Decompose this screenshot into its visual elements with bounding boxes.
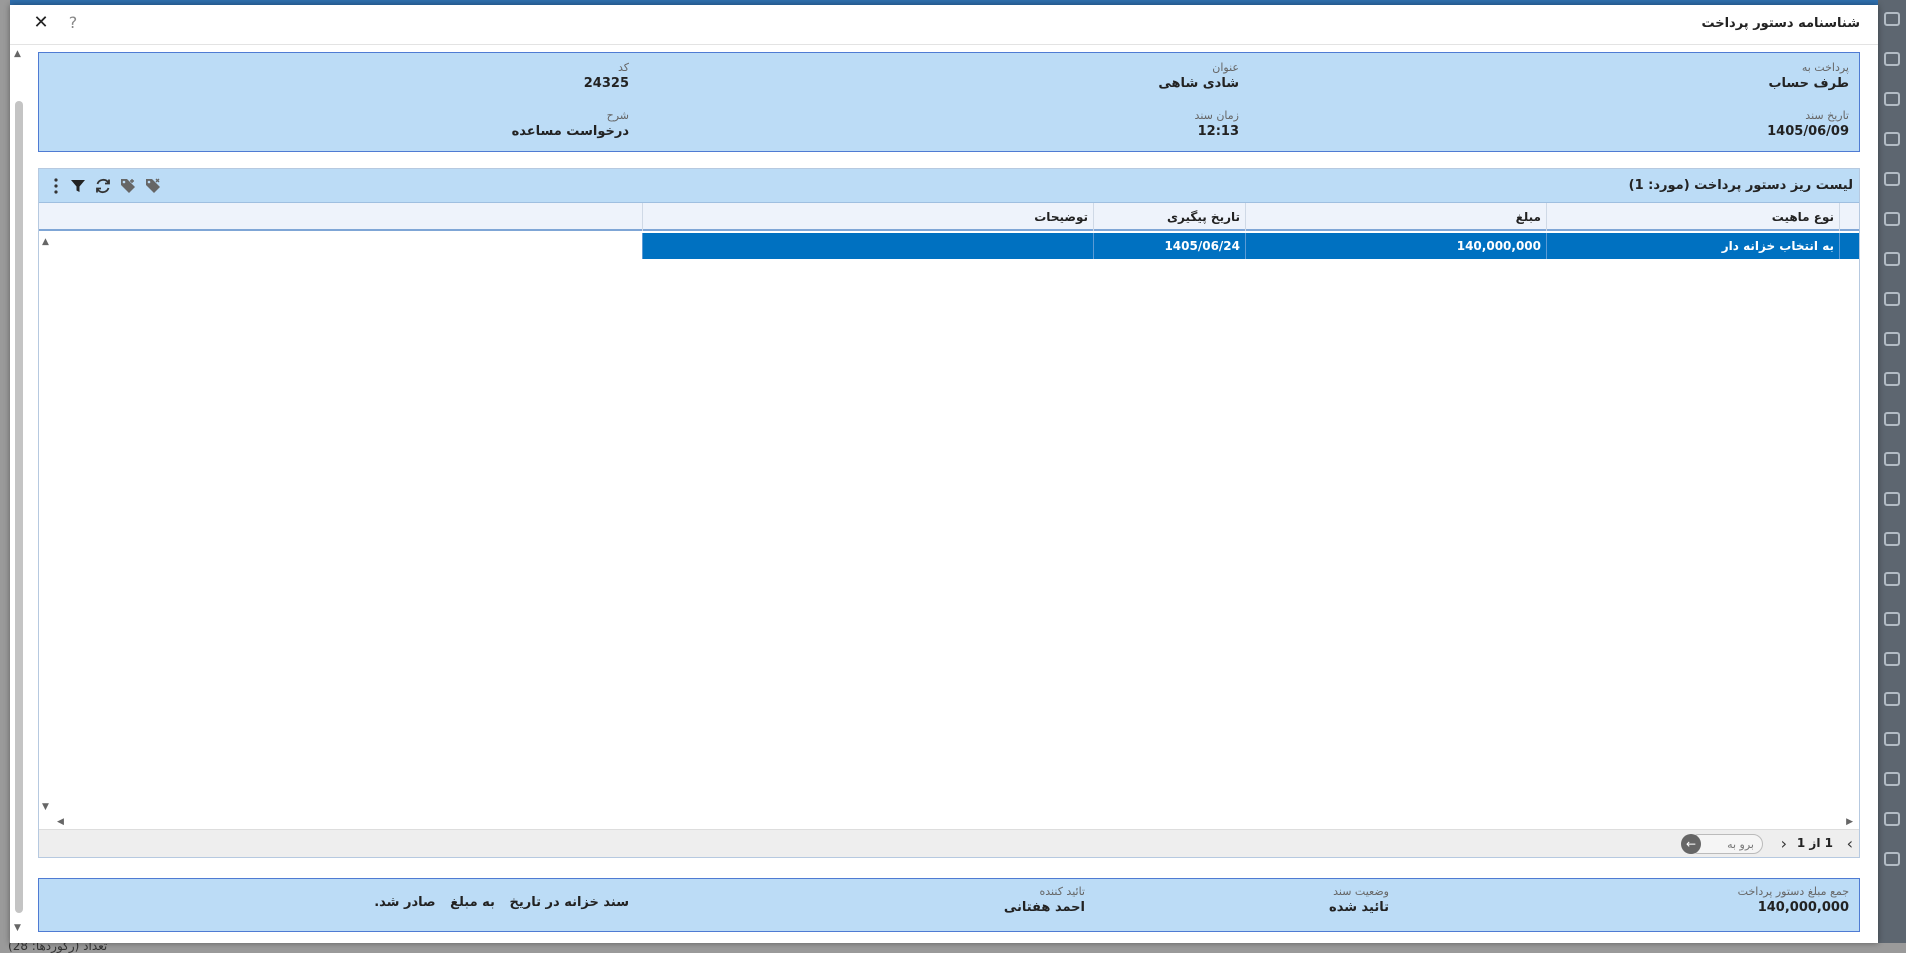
nav-icon — [1884, 132, 1900, 146]
footer-panel: جمع مبلغ دستور پرداخت 140,000,000 وضعیت … — [38, 878, 1860, 932]
grid-scroll-up-icon[interactable]: ▲ — [42, 237, 49, 247]
menu-icon — [1884, 12, 1900, 26]
description-field: شرح درخواست مساعده — [512, 109, 629, 139]
code-value: 24325 — [583, 76, 629, 91]
row-type-cell[interactable]: به انتخاب خزانه دار — [1546, 233, 1839, 259]
nav-icon — [1884, 372, 1900, 386]
nav-icon — [1884, 732, 1900, 746]
doc-time-field: زمان سند 12:13 — [1195, 109, 1239, 139]
row-notes-cell[interactable] — [642, 233, 1093, 259]
status-field: وضعیت سند تائید شده — [1329, 885, 1389, 915]
dialog-title: شناسنامه دستور پرداخت — [1701, 16, 1860, 31]
background-bottom-strip: تعداد (رکوردها: 28) — [0, 939, 1906, 953]
grid-pager: ‹ 1 از 1 › برو به ← — [39, 829, 1859, 857]
nav-icon — [1884, 92, 1900, 106]
grid-header-row: نوع ماهیت مبلغ تاریخ پیگیری توضیحات — [39, 203, 1859, 231]
grid-title: لیست ریز دستور پرداخت (مورد: 1) — [1628, 178, 1853, 193]
page-indicator: 1 از 1 — [1796, 836, 1833, 850]
nav-icon — [1884, 812, 1900, 826]
background-left-strip — [0, 0, 10, 953]
row-follow-date-cell[interactable]: 1405/06/24 — [1093, 233, 1245, 259]
previous-page-icon[interactable]: › — [1781, 834, 1787, 853]
help-icon[interactable]: ? — [62, 12, 84, 34]
dialog-vertical-scrollbar[interactable]: ▲ ▼ — [14, 49, 24, 933]
scroll-down-icon[interactable]: ▼ — [14, 923, 21, 933]
nav-icon — [1884, 532, 1900, 546]
next-page-icon[interactable]: ‹ — [1847, 834, 1853, 853]
status-label: وضعیت سند — [1333, 885, 1389, 898]
grid-scroll-right-icon[interactable]: ▶ — [1846, 817, 1853, 827]
description-label: شرح — [606, 109, 629, 122]
total-field: جمع مبلغ دستور پرداخت 140,000,000 — [1738, 885, 1849, 915]
status-value: تائید شده — [1329, 900, 1389, 915]
info-panel: پرداخت به طرف حساب عنوان شادی شاهی کد 24… — [38, 52, 1860, 152]
nav-icon — [1884, 852, 1900, 866]
nav-icon — [1884, 652, 1900, 666]
tag-add-icon[interactable] — [117, 175, 139, 197]
approver-field: تائید کننده احمد هفتانی — [1004, 885, 1085, 915]
approver-value: احمد هفتانی — [1003, 900, 1085, 915]
column-header-amount[interactable]: مبلغ — [1245, 203, 1546, 231]
nav-icon — [1884, 572, 1900, 586]
doc-date-field: تاریخ سند 1405/06/09 — [1767, 109, 1849, 139]
pay-to-field: پرداخت به طرف حساب — [1768, 61, 1849, 91]
payment-order-dialog: شناسنامه دستور پرداخت ✕ ? ▲ ▼ پرداخت به … — [10, 5, 1878, 943]
grid-scroll-left-icon[interactable]: ◀ — [57, 817, 64, 827]
nav-icon — [1884, 332, 1900, 346]
column-header-type[interactable]: نوع ماهیت — [1546, 203, 1839, 231]
doc-time-value: 12:13 — [1197, 124, 1239, 139]
doc-date-value: 1405/06/09 — [1767, 124, 1849, 139]
grid-scroll-down-icon[interactable]: ▼ — [42, 802, 49, 812]
title-value: شادی شاهی — [1158, 76, 1239, 91]
scrollbar-thumb[interactable] — [15, 101, 23, 913]
grid-toolbar: لیست ریز دستور پرداخت (مورد: 1) — [39, 169, 1859, 203]
title-label: عنوان — [1212, 61, 1239, 74]
message-part-2: به مبلغ — [450, 895, 495, 910]
total-label: جمع مبلغ دستور پرداخت — [1737, 885, 1849, 898]
nav-icon — [1884, 772, 1900, 786]
more-options-icon[interactable] — [45, 175, 67, 197]
doc-date-label: تاریخ سند — [1805, 109, 1849, 122]
nav-icon — [1884, 212, 1900, 226]
message-part-3: صادر شد. — [374, 895, 436, 910]
table-row[interactable]: به انتخاب خزانه دار 140,000,000 1405/06/… — [39, 233, 1859, 259]
nav-icon — [1884, 252, 1900, 266]
nav-icon — [1884, 412, 1900, 426]
nav-icon — [1884, 292, 1900, 306]
message-part-1: سند خزانه در تاریخ — [509, 895, 629, 910]
total-value: 140,000,000 — [1757, 900, 1849, 915]
nav-icon — [1884, 452, 1900, 466]
treasury-issue-message: سند خزانه در تاریخ به مبلغ صادر شد. — [364, 895, 629, 910]
dialog-header: شناسنامه دستور پرداخت ✕ ? — [10, 5, 1878, 45]
scroll-up-icon[interactable]: ▲ — [14, 49, 21, 59]
background-right-sidebar — [1878, 0, 1906, 953]
title-field: عنوان شادی شاهی — [1158, 61, 1239, 91]
approver-label: تائید کننده — [1039, 885, 1085, 898]
pay-to-label: پرداخت به — [1801, 61, 1849, 74]
nav-icon — [1884, 692, 1900, 706]
description-value: درخواست مساعده — [511, 124, 629, 139]
filter-icon[interactable] — [67, 175, 89, 197]
nav-icon — [1884, 492, 1900, 506]
goto-page-arrow-icon[interactable]: ← — [1681, 834, 1701, 854]
column-header-follow-date[interactable]: تاریخ پیگیری — [1093, 203, 1245, 231]
doc-time-label: زمان سند — [1194, 109, 1239, 122]
search-icon — [1884, 52, 1900, 66]
row-amount-cell[interactable]: 140,000,000 — [1245, 233, 1546, 259]
column-header-select[interactable] — [1839, 203, 1859, 231]
payment-items-grid: لیست ریز دستور پرداخت (مورد: 1) نوع ماهی… — [38, 168, 1860, 858]
column-header-notes[interactable]: توضیحات — [642, 203, 1093, 231]
code-field: کد 24325 — [584, 61, 629, 91]
nav-icon — [1884, 172, 1900, 186]
row-select-cell[interactable] — [1839, 233, 1859, 259]
close-icon[interactable]: ✕ — [30, 12, 52, 34]
tag-remove-icon[interactable] — [142, 175, 164, 197]
refresh-icon[interactable] — [92, 175, 114, 197]
pay-to-value: طرف حساب — [1768, 76, 1849, 91]
nav-icon — [1884, 612, 1900, 626]
code-label: کد — [617, 61, 629, 74]
